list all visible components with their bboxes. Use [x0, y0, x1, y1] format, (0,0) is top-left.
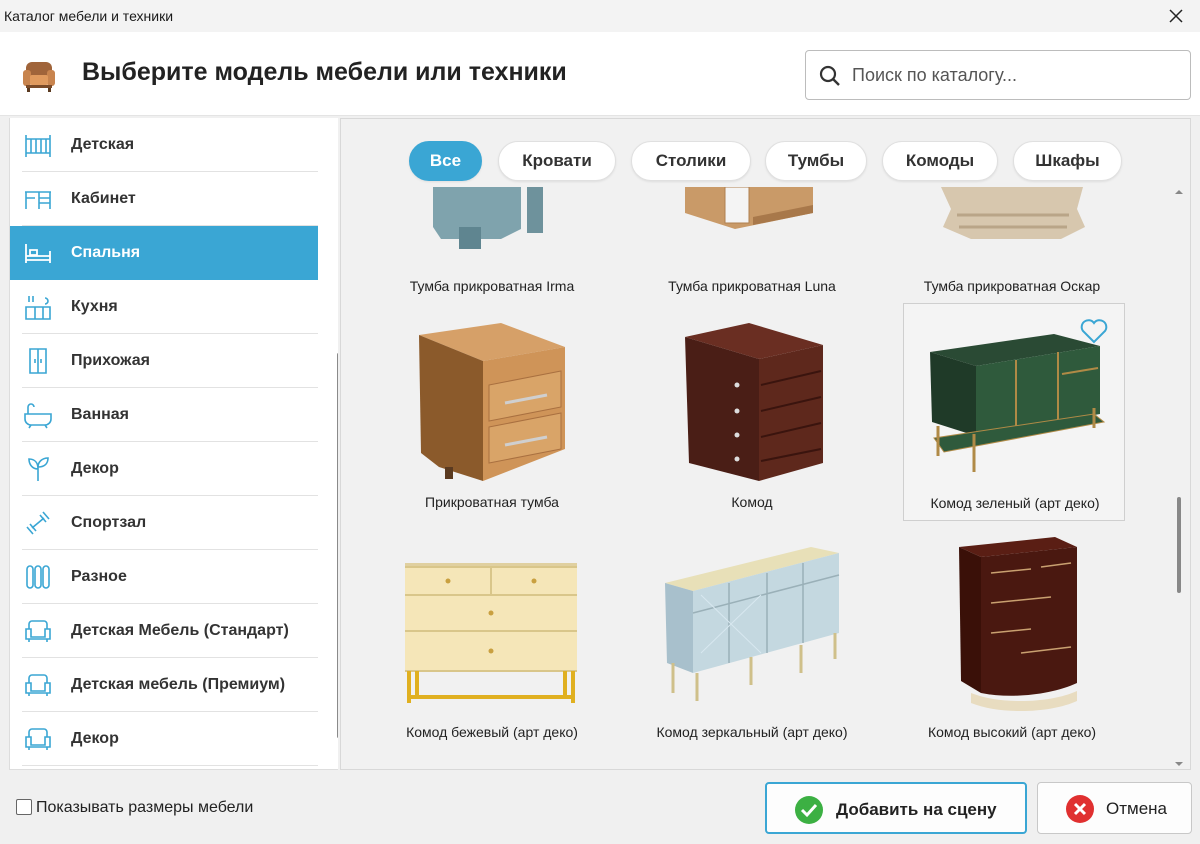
catalog-item-name: Прикроватная тумба — [425, 494, 559, 510]
sidebar-item-misc[interactable]: Разное — [10, 550, 318, 604]
nightstand-irma-image — [433, 187, 543, 249]
add-to-scene-button[interactable]: Добавить на сцену — [765, 782, 1027, 834]
sidebar-item-kids[interactable]: Детская — [10, 118, 318, 172]
sidebar-item-label: Детская Мебель (Стандарт) — [71, 622, 289, 639]
search-icon — [819, 65, 840, 86]
catalog-item[interactable]: Комод — [641, 303, 863, 521]
bed-icon — [25, 244, 51, 263]
window-title: Каталог мебели и техники — [4, 8, 174, 24]
close-icon[interactable] — [1166, 6, 1186, 26]
sidebar-item-label: Декор — [71, 460, 119, 477]
armchair-icon — [25, 728, 51, 750]
catalog-item[interactable]: Комод бежевый (арт деко) — [381, 533, 603, 751]
filter-chip-dressers[interactable]: Комоды — [882, 141, 998, 181]
sidebar-item-label: Прихожая — [71, 352, 150, 369]
dresser-image — [685, 323, 823, 481]
nightstand-image — [419, 323, 565, 481]
filter-chip-wardrobes[interactable]: Шкафы — [1013, 141, 1122, 181]
catalog-item[interactable]: Комод высокий (арт деко) — [901, 533, 1123, 751]
nightstand-oskar-image — [941, 187, 1085, 239]
cancel-label: Отмена — [1106, 799, 1167, 818]
catalog-item[interactable]: Тумба прикроватная Оскар — [901, 187, 1123, 305]
sidebar-item-label: Детская мебель (Премиум) — [71, 676, 286, 693]
dialog-footer: Показывать размеры мебели Добавить на сц… — [0, 772, 1200, 844]
catalog-item[interactable]: Прикроватная тумба — [381, 303, 603, 521]
add-to-scene-label: Добавить на сцену — [836, 800, 997, 819]
filter-chip-beds[interactable]: Кровати — [498, 141, 616, 181]
search-box[interactable] — [805, 50, 1191, 100]
catalog-item-name: Тумба прикроватная Оскар — [923, 278, 1101, 294]
filter-chip-all[interactable]: Все — [409, 141, 482, 181]
catalog-item[interactable]: Тумба прикроватная Irma — [381, 187, 603, 305]
desk-icon — [25, 191, 51, 209]
window-titlebar: Каталог мебели и техники — [0, 0, 1200, 32]
sidebar-item-kids-standard[interactable]: Детская Мебель (Стандарт) — [10, 604, 318, 658]
show-dimensions-label[interactable]: Показывать размеры мебели — [36, 799, 253, 817]
sidebar-item-label: Детская — [71, 136, 135, 153]
cancel-button[interactable]: Отмена — [1037, 782, 1192, 834]
armchair-icon — [25, 674, 51, 696]
sidebar-item-bathroom[interactable]: Ванная — [10, 388, 318, 442]
catalog-item[interactable]: Комод зеркальный (арт деко) — [641, 533, 863, 751]
scrollbar-thumb[interactable] — [1177, 497, 1181, 593]
sidebar-item-label: Кухня — [71, 298, 118, 315]
crib-icon — [25, 135, 51, 157]
category-sidebar: Детская Кабинет Спальня Кухня Прихожая В… — [9, 118, 338, 770]
nightstand-luna-image — [685, 187, 813, 229]
sidebar-scrollbar[interactable] — [337, 353, 338, 738]
catalog-item[interactable]: Тумба прикроватная Luna — [641, 187, 863, 305]
catalog-item-name: Комод бежевый (арт деко) — [406, 724, 578, 740]
filter-chip-tables[interactable]: Столики — [631, 141, 751, 181]
heart-icon[interactable] — [1080, 318, 1108, 344]
sidebar-item-office[interactable]: Кабинет — [10, 172, 318, 226]
sidebar-item-hallway[interactable]: Прихожая — [10, 334, 318, 388]
filter-chip-nightstands[interactable]: Тумбы — [765, 141, 867, 181]
cancel-icon — [1066, 795, 1094, 823]
sidebar-item-decor[interactable]: Декор — [10, 442, 318, 496]
sidebar-item-label: Разное — [71, 568, 127, 585]
sidebar-item-gym[interactable]: Спортзал — [10, 496, 318, 550]
catalog-item-name: Комод высокий (арт деко) — [927, 724, 1097, 740]
dumbbell-icon — [26, 511, 50, 535]
kitchen-icon — [25, 296, 51, 320]
search-input[interactable] — [852, 61, 1178, 89]
catalog-item-name: Комод — [731, 494, 773, 510]
tall-dresser-image — [959, 537, 1077, 712]
catalog-item-name: Комод зеленый (арт деко) — [930, 495, 1100, 511]
catalog-scrollbar[interactable] — [1174, 187, 1184, 769]
scroll-up-arrow-icon[interactable] — [1174, 187, 1184, 197]
checkmark-icon — [795, 796, 823, 824]
sidebar-item-kitchen[interactable]: Кухня — [10, 280, 318, 334]
catalog-item-name: Тумба прикроватная Irma — [409, 278, 575, 294]
sidebar-item-label: Ванная — [71, 406, 130, 423]
catalog-item-name: Комод зеркальный (арт деко) — [656, 724, 848, 740]
sidebar-item-decor-2[interactable]: Декор — [10, 712, 318, 766]
scroll-down-arrow-icon[interactable] — [1174, 759, 1184, 769]
mirror-dresser-image — [665, 547, 840, 701]
armchair-icon — [25, 620, 51, 642]
page-title: Выберите модель мебели или техники — [82, 58, 567, 86]
beige-dresser-image — [405, 563, 577, 703]
wardrobe-icon — [29, 348, 47, 374]
sidebar-item-label: Спортзал — [71, 514, 147, 531]
show-dimensions-checkbox[interactable] — [16, 799, 32, 815]
catalog-item-selected[interactable]: Комод зеленый (арт деко) — [903, 303, 1125, 521]
catalog-panel: Все Кровати Столики Тумбы Комоды Шкафы Т… — [340, 118, 1191, 770]
bathtub-icon — [24, 403, 52, 429]
catalog-item-name: Тумба прикроватная Luna — [668, 278, 836, 294]
radiator-icon — [26, 565, 50, 589]
dialog-header: Выберите модель мебели или техники — [0, 32, 1200, 116]
sidebar-item-label: Кабинет — [71, 190, 136, 207]
catalog-grid: Тумба прикроватная Irma Тумба прикроватн… — [341, 187, 1171, 769]
sidebar-item-label: Декор — [71, 730, 119, 747]
sidebar-item-label: Спальня — [71, 244, 141, 261]
sidebar-item-bedroom[interactable]: Спальня — [10, 226, 318, 280]
plant-icon — [28, 457, 49, 481]
armchair-logo-icon — [23, 62, 55, 92]
sidebar-item-kids-premium[interactable]: Детская мебель (Премиум) — [10, 658, 318, 712]
